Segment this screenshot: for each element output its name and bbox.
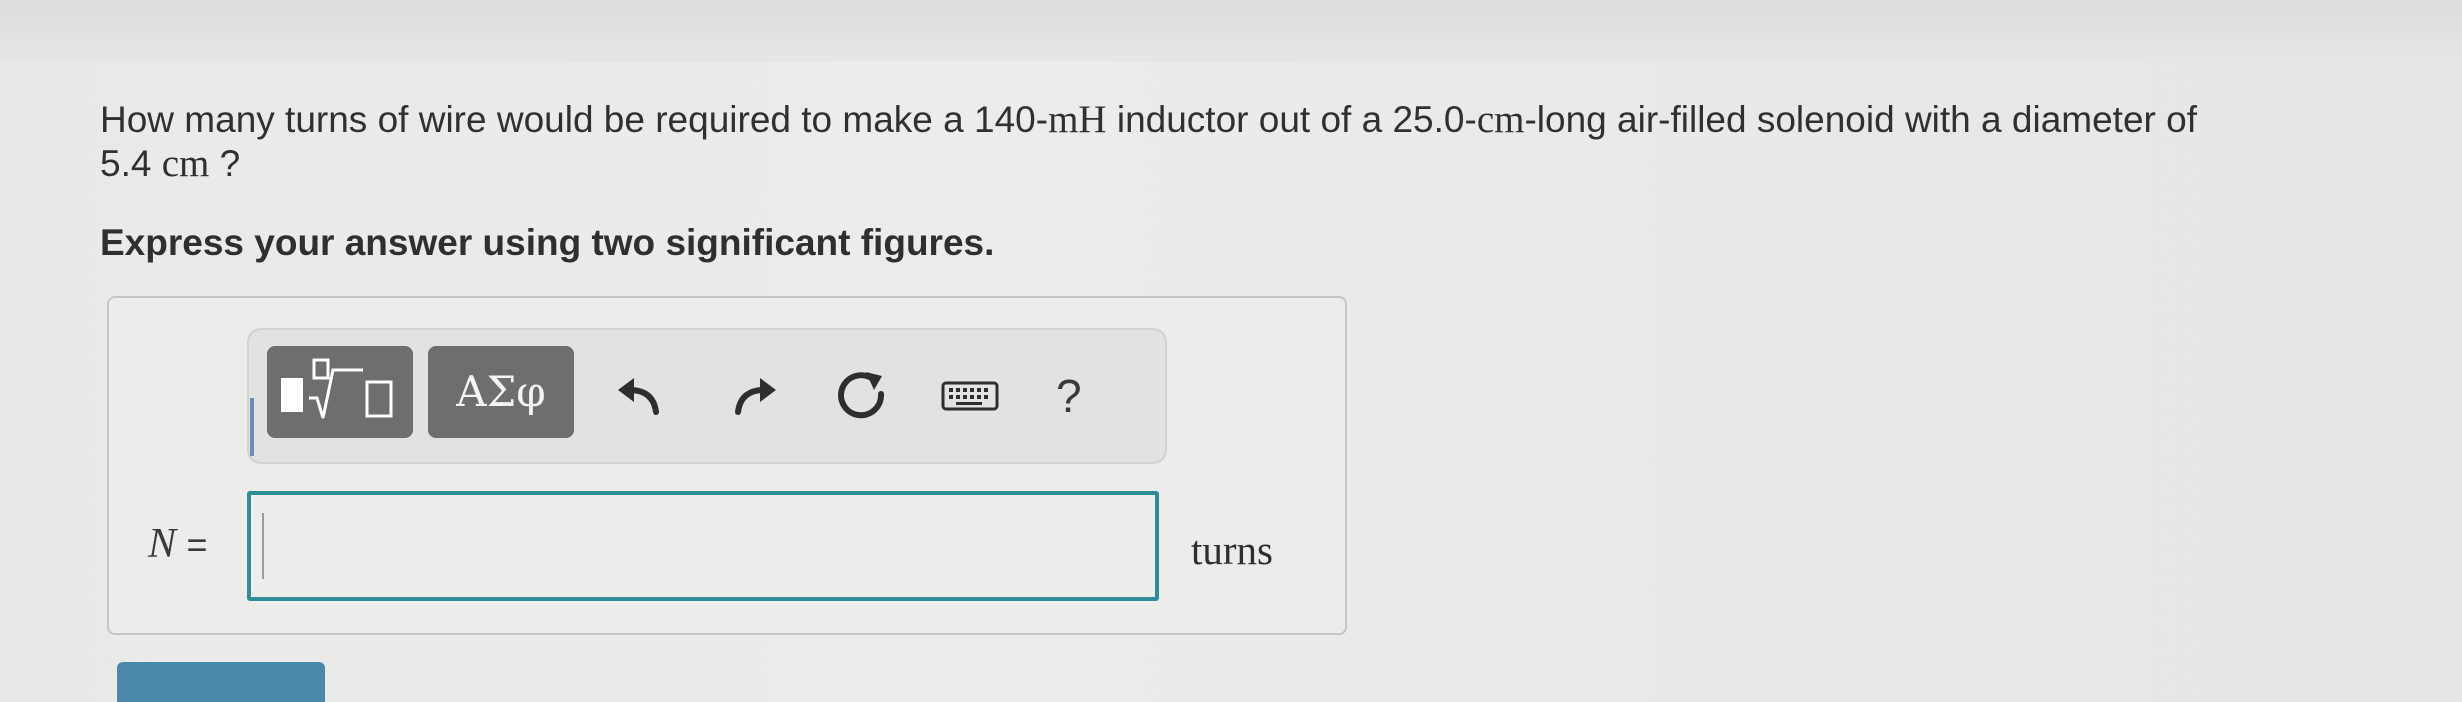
- submit-button[interactable]: [117, 662, 325, 702]
- answer-instruction: Express your answer using two significan…: [100, 222, 995, 263]
- help-button[interactable]: ?: [1056, 370, 1082, 422]
- variable-label: N =: [148, 521, 208, 567]
- input-caret: [262, 513, 264, 579]
- templates-button[interactable]: [267, 346, 413, 438]
- reset-icon: [838, 372, 885, 419]
- toolbar-focus-marker: [250, 398, 254, 456]
- undo-button[interactable]: [608, 366, 668, 426]
- keyboard-icon: [941, 381, 999, 411]
- undo-icon: [618, 378, 659, 415]
- unit-label: turns: [1191, 527, 1273, 573]
- redo-icon: [735, 378, 776, 415]
- top-bar: [0, 0, 2462, 62]
- reset-button[interactable]: [832, 366, 892, 426]
- question-text-line-1: How many turns of wire would be required…: [100, 98, 2197, 141]
- question-text-line-2: 5.4 cm ?: [100, 142, 241, 185]
- greek-symbols-button[interactable]: ΑΣφ: [428, 346, 574, 438]
- answer-input[interactable]: [247, 491, 1159, 601]
- fraction-sqrt-icon: [281, 358, 393, 419]
- redo-button[interactable]: [726, 366, 786, 426]
- keyboard-button[interactable]: [940, 366, 1000, 426]
